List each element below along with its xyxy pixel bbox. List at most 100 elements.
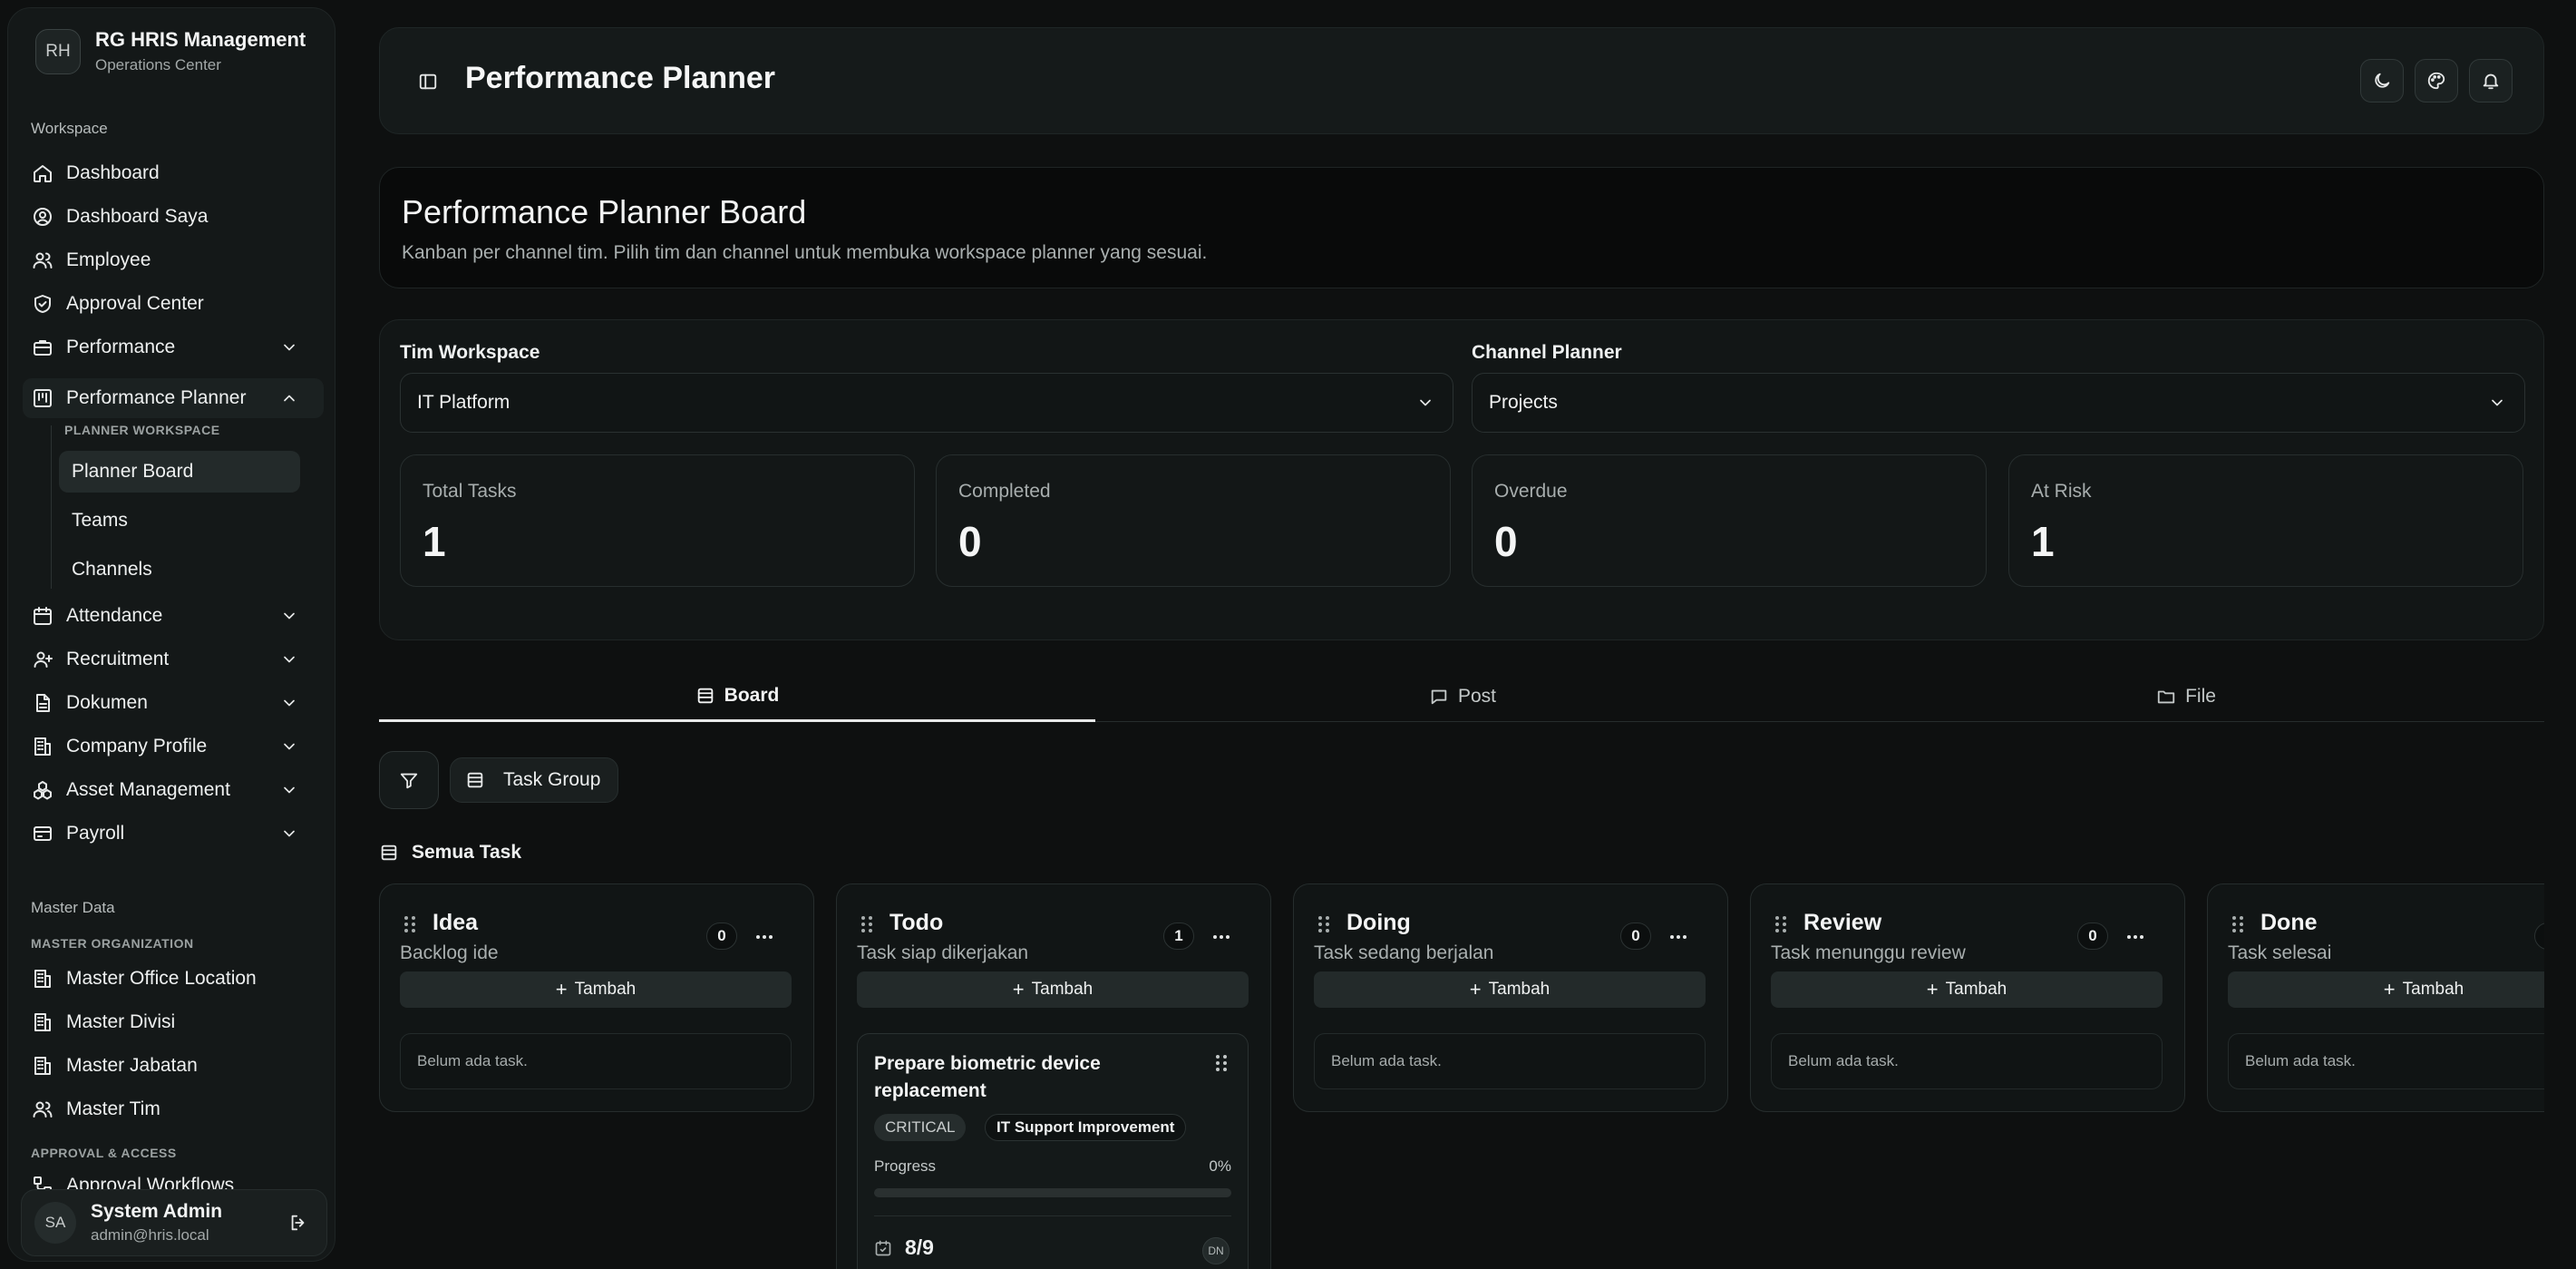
notifications-button[interactable] [2469, 59, 2513, 102]
column-review: Review Task menunggu review 0 + Tambah Be… [1750, 883, 2185, 1112]
sidebar-item-approval-center[interactable]: Approval Center [23, 284, 324, 324]
stat-value: 0 [958, 518, 982, 565]
add-task-button[interactable]: + Tambah [857, 971, 1249, 1008]
add-task-button[interactable]: + Tambah [1314, 971, 1706, 1008]
board-hero: Performance Planner Board Kanban per cha… [379, 167, 2544, 288]
tab-post[interactable]: Post [1104, 671, 1821, 722]
sidebar-item-recruitment[interactable]: Recruitment [23, 639, 324, 679]
drag-handle-icon[interactable] [403, 915, 416, 933]
drag-handle-icon[interactable] [2231, 915, 2244, 933]
sidebar-item-dashboard-saya[interactable]: Dashboard Saya [23, 197, 324, 237]
stat-label: At Risk [2031, 481, 2092, 502]
filter-icon [400, 773, 418, 789]
palette-button[interactable] [2415, 59, 2458, 102]
theme-toggle-button[interactable] [2360, 59, 2404, 102]
task-title: Prepare biometric device replacement [874, 1053, 1101, 1101]
team-select[interactable]: IT Platform [400, 373, 1453, 433]
sidebar-item-performance[interactable]: Performance [23, 327, 324, 367]
message-icon [1431, 689, 1447, 705]
add-task-label: Tambah [1031, 980, 1094, 999]
add-task-button[interactable]: + Tambah [400, 971, 792, 1008]
more-horizontal-icon[interactable] [753, 926, 775, 948]
sidebar-item-attendance[interactable]: Attendance [23, 596, 324, 636]
column-subtitle: Task menunggu review [1771, 942, 1966, 963]
tab-file[interactable]: File [1828, 671, 2544, 722]
add-task-button[interactable]: + Tambah [1771, 971, 2163, 1008]
task-group-button[interactable]: Task Group [450, 757, 618, 803]
more-horizontal-icon[interactable] [1667, 926, 1689, 948]
approval-access-caption: APPROVAL & ACCESS [31, 1146, 177, 1160]
brand[interactable]: RH RG HRIS Management Operations Center [35, 28, 306, 74]
sidebar-item-employee[interactable]: Employee [23, 240, 324, 280]
add-task-label: Tambah [1945, 980, 2007, 999]
section-title: Semua Task [379, 842, 521, 864]
section-title-label: Semua Task [412, 842, 522, 863]
sidebar-item-payroll[interactable]: Payroll [23, 814, 324, 854]
page-title: Performance Planner [465, 61, 776, 95]
add-task-label: Tambah [574, 980, 637, 999]
sidebar-item-master-office-location[interactable]: Master Office Location [23, 959, 324, 999]
building-icon [34, 1057, 51, 1075]
checklist-calendar-icon [875, 1240, 891, 1255]
sidebar-item-dokumen[interactable]: Dokumen [23, 683, 324, 723]
drag-handle-icon[interactable] [1774, 915, 1787, 933]
user-card: SA System Admin admin@hris.local [21, 1189, 327, 1256]
tab-board[interactable]: Board [379, 671, 1095, 722]
sidebar-item-master-divisi[interactable]: Master Divisi [23, 1002, 324, 1042]
view-tabs: Board Post File [379, 671, 2544, 722]
bell-icon [2483, 73, 2499, 90]
column-todo: Todo Task siap dikerjakan 1 + Tambah Prep… [836, 883, 1271, 1269]
sidebar-toggle-icon[interactable] [418, 72, 438, 92]
stat-card-at-risk: At Risk 1 [2008, 454, 2523, 587]
more-horizontal-icon[interactable] [2124, 926, 2146, 948]
sidebar-item-performance-planner[interactable]: Performance Planner [23, 378, 324, 418]
plus-icon: + [1926, 978, 1939, 1001]
priority-badge: CRITICAL [874, 1114, 967, 1141]
home-icon [34, 165, 52, 182]
drag-handle-icon[interactable] [1215, 1054, 1228, 1072]
column-title: Review [1803, 910, 1882, 935]
team-select-label: Tim Workspace [400, 342, 540, 363]
board-subtitle: Kanban per channel tim. Pilih tim dan ch… [402, 242, 1208, 263]
avatar: SA [34, 1202, 76, 1244]
filter-button[interactable] [379, 751, 439, 809]
sidebar-item-company-profile[interactable]: Company Profile [23, 727, 324, 766]
plus-icon: + [1012, 978, 1025, 1001]
column-count-badge: 0 [2077, 922, 2108, 950]
add-task-button[interactable]: + Tambah [2228, 971, 2544, 1008]
chevron-down-icon [284, 699, 295, 707]
logout-icon[interactable] [288, 1213, 308, 1233]
progress-label: Progress [874, 1157, 937, 1175]
sidebar-subitem-channels[interactable]: Channels [59, 549, 300, 591]
brand-subtitle: Operations Center [95, 56, 221, 73]
list-icon [467, 772, 483, 788]
task-card[interactable]: Prepare biometric device replacement CRI… [857, 1033, 1249, 1269]
sidebar-item-label: Company Profile [66, 736, 208, 757]
column-title: Done [2260, 910, 2318, 935]
chevron-down-icon [284, 786, 295, 794]
sidebar-subitem-teams[interactable]: Teams [59, 500, 300, 542]
kanban-icon [34, 389, 52, 407]
channel-select-value: Projects [1489, 392, 1558, 413]
progress-value: 0% [1209, 1157, 1231, 1175]
more-horizontal-icon[interactable] [1210, 926, 1232, 948]
column-subtitle: Task selesai [2228, 942, 2332, 963]
drag-handle-icon[interactable] [860, 915, 873, 933]
sidebar-item-label: Approval Center [66, 293, 204, 314]
column-subtitle: Task siap dikerjakan [857, 942, 1029, 963]
building-icon [34, 1013, 51, 1031]
sidebar-item-dashboard[interactable]: Dashboard [23, 153, 324, 193]
sidebar-item-label: Master Office Location [66, 968, 257, 989]
drag-handle-icon[interactable] [1317, 915, 1330, 933]
sidebar-subitem-planner-board[interactable]: Planner Board [59, 451, 300, 493]
column-subtitle: Task sedang berjalan [1314, 942, 1494, 963]
channel-select[interactable]: Projects [1472, 373, 2525, 433]
sidebar-item-master-tim[interactable]: Master Tim [23, 1089, 324, 1129]
sidebar-item-asset-management[interactable]: Asset Management [23, 770, 324, 810]
stat-value: 0 [1494, 518, 1518, 565]
sidebar-item-master-jabatan[interactable]: Master Jabatan [23, 1046, 324, 1086]
chevron-down-icon [284, 612, 295, 620]
add-task-label: Tambah [2402, 980, 2464, 999]
assignee-avatar[interactable]: DN [1202, 1237, 1230, 1264]
task-tag-badge: IT Support Improvement [985, 1114, 1187, 1141]
